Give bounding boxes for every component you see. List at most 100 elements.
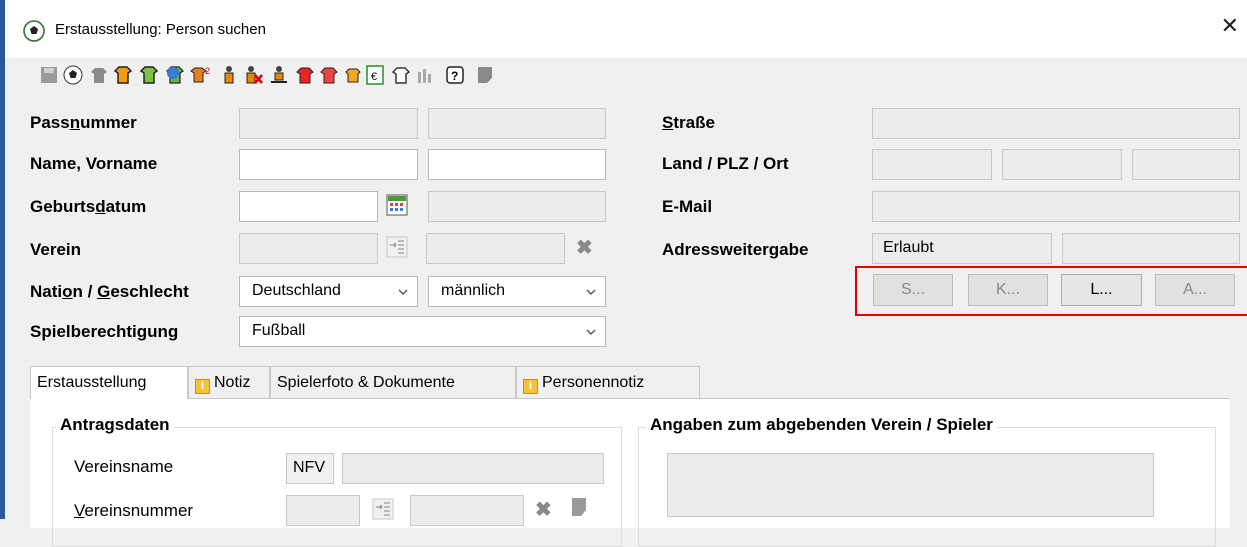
nation-select[interactable]: Deutschland	[239, 276, 418, 307]
vereinsnummer-field[interactable]	[286, 495, 360, 526]
title-bar: Erstausstellung: Person suchen ✕	[5, 0, 1247, 58]
abgebend-title: Angaben zum abgebenden Verein / Spieler	[646, 415, 997, 435]
verein-clear-icon[interactable]: ✖	[576, 235, 593, 260]
shirt-question-icon[interactable]	[164, 64, 186, 86]
shirt-two-sup: 2	[205, 66, 210, 76]
passnummer-label-post: ummer	[80, 113, 137, 132]
tab-erstausstellung[interactable]: Erstausstellung	[30, 366, 188, 399]
land-field[interactable]	[872, 149, 992, 180]
vereinsnummer-label-mnemonic: V	[74, 501, 85, 520]
tab-spielerfoto[interactable]: Spielerfoto & Dokumente	[270, 366, 516, 398]
chevron-down-icon	[397, 285, 409, 303]
geburtsdatum-label-post: atum	[105, 197, 147, 216]
tab-spielerfoto-label: Spielerfoto & Dokumente	[277, 374, 455, 391]
geburtsdatum-label: Geburtsdatum	[30, 197, 146, 217]
nation-label-mid: n /	[72, 282, 98, 301]
football-icon[interactable]	[62, 64, 84, 86]
geschlecht-select-value: männlich	[441, 282, 506, 299]
person-move-icon[interactable]	[268, 64, 290, 86]
name-field[interactable]	[239, 149, 418, 180]
tab-notiz[interactable]: i Notiz	[188, 366, 270, 398]
shirt-orange-icon[interactable]	[112, 64, 134, 86]
calendar-icon[interactable]	[386, 194, 408, 216]
passnummer-label-pre: Pass	[30, 113, 70, 132]
geschlecht-label-mnemonic: G	[97, 282, 111, 301]
verein-lookup-icon[interactable]	[386, 236, 408, 258]
ort-field[interactable]	[1132, 149, 1240, 180]
document-icon[interactable]	[570, 497, 592, 519]
shirt-red-2-icon[interactable]	[318, 64, 340, 86]
passnummer-label: Passnummer	[30, 113, 137, 133]
nation-geschlecht-label: Nation / Geschlecht	[30, 282, 189, 302]
vorname-field[interactable]	[428, 149, 606, 180]
window-left-border	[0, 0, 5, 519]
window-title: Erstausstellung: Person suchen	[55, 21, 266, 38]
passnummer-field-1[interactable]	[239, 108, 418, 139]
tab-erstausstellung-label: Erstausstellung	[37, 374, 147, 391]
passnummer-label-mnemonic: n	[69, 113, 81, 132]
name-vorname-label: Name, Vorname	[30, 154, 158, 173]
vereinsnummer-lookup-icon[interactable]	[372, 498, 394, 520]
land-plz-ort-label: Land / PLZ / Ort	[662, 154, 789, 173]
s-button[interactable]: S...	[873, 274, 953, 306]
nation-label-mnemonic: o	[62, 282, 73, 301]
info-icon: i	[195, 379, 210, 394]
strasse-label-post: traße	[673, 113, 715, 132]
vereinsnummer-name-field[interactable]	[410, 495, 524, 526]
vereinsnummer-label-post: ereinsnummer	[84, 501, 194, 520]
help-icon[interactable]: ?	[444, 64, 466, 86]
toolbar: 2 € ?	[38, 64, 638, 88]
svg-text:€: €	[371, 71, 377, 83]
tab-notiz-label: Notiz	[214, 374, 251, 391]
passnummer-field-2[interactable]	[428, 108, 606, 139]
close-icon[interactable]: ✕	[1221, 15, 1239, 37]
abgebend-field[interactable]	[667, 453, 1154, 517]
verein-label: Verein	[30, 240, 82, 259]
vereinsname-field[interactable]	[342, 453, 604, 484]
shirt-small-icon[interactable]	[342, 64, 364, 86]
person-remove-icon[interactable]	[242, 64, 264, 86]
chevron-down-icon	[585, 285, 597, 303]
shirt-red-icon[interactable]	[294, 64, 316, 86]
shirt-two-icon[interactable]: 2	[190, 64, 212, 86]
vereinsname-label: Vereinsname	[74, 457, 174, 476]
spielberechtigung-select[interactable]: Fußball	[239, 316, 606, 347]
shirt-outline-icon[interactable]	[390, 64, 412, 86]
geburtsdatum-extra-field[interactable]	[428, 191, 606, 222]
adressweitergabe-extra-field[interactable]	[1062, 233, 1240, 264]
antragsdaten-title: Antragsdaten	[56, 415, 174, 435]
person-icon[interactable]	[218, 64, 240, 86]
adressweitergabe-label: Adressweitergabe	[662, 240, 809, 259]
shirt-gray-icon[interactable]	[88, 64, 110, 86]
plz-field[interactable]	[1002, 149, 1122, 180]
verein-name-field[interactable]	[426, 233, 565, 264]
vereinsname-prefix-field[interactable]: NFV	[286, 453, 334, 484]
strasse-field[interactable]	[872, 108, 1240, 139]
info-icon: i	[523, 379, 538, 394]
spielberechtigung-label: Spielberechtigung	[30, 322, 179, 341]
shirt-green-icon[interactable]	[138, 64, 160, 86]
invoice-icon[interactable]: €	[364, 64, 386, 86]
geburtsdatum-field[interactable]	[239, 191, 378, 222]
document-icon[interactable]	[474, 64, 496, 86]
a-button[interactable]: A...	[1155, 274, 1235, 306]
verein-field[interactable]	[239, 233, 378, 264]
strasse-label-mnemonic: S	[662, 113, 674, 132]
l-button[interactable]: L...	[1061, 274, 1142, 306]
k-button[interactable]: K...	[968, 274, 1048, 306]
antragsdaten-group	[52, 427, 622, 547]
vereinsnummer-clear-icon[interactable]: ✖	[535, 497, 552, 522]
save-icon[interactable]	[38, 64, 60, 86]
tab-personennotiz[interactable]: i Personennotiz	[516, 366, 700, 398]
strasse-label: Straße	[662, 113, 715, 133]
geschlecht-select[interactable]: männlich	[428, 276, 606, 307]
svg-text:?: ?	[451, 69, 458, 83]
geburtsdatum-label-pre: Geburts	[30, 197, 96, 216]
chart-icon[interactable]	[414, 64, 436, 86]
adressweitergabe-field[interactable]: Erlaubt	[872, 233, 1052, 264]
spielberechtigung-select-value: Fußball	[252, 322, 306, 339]
football-app-icon	[23, 20, 45, 42]
nation-select-value: Deutschland	[252, 282, 341, 299]
nation-label-pre: Nati	[30, 282, 63, 301]
email-field[interactable]	[872, 191, 1240, 222]
